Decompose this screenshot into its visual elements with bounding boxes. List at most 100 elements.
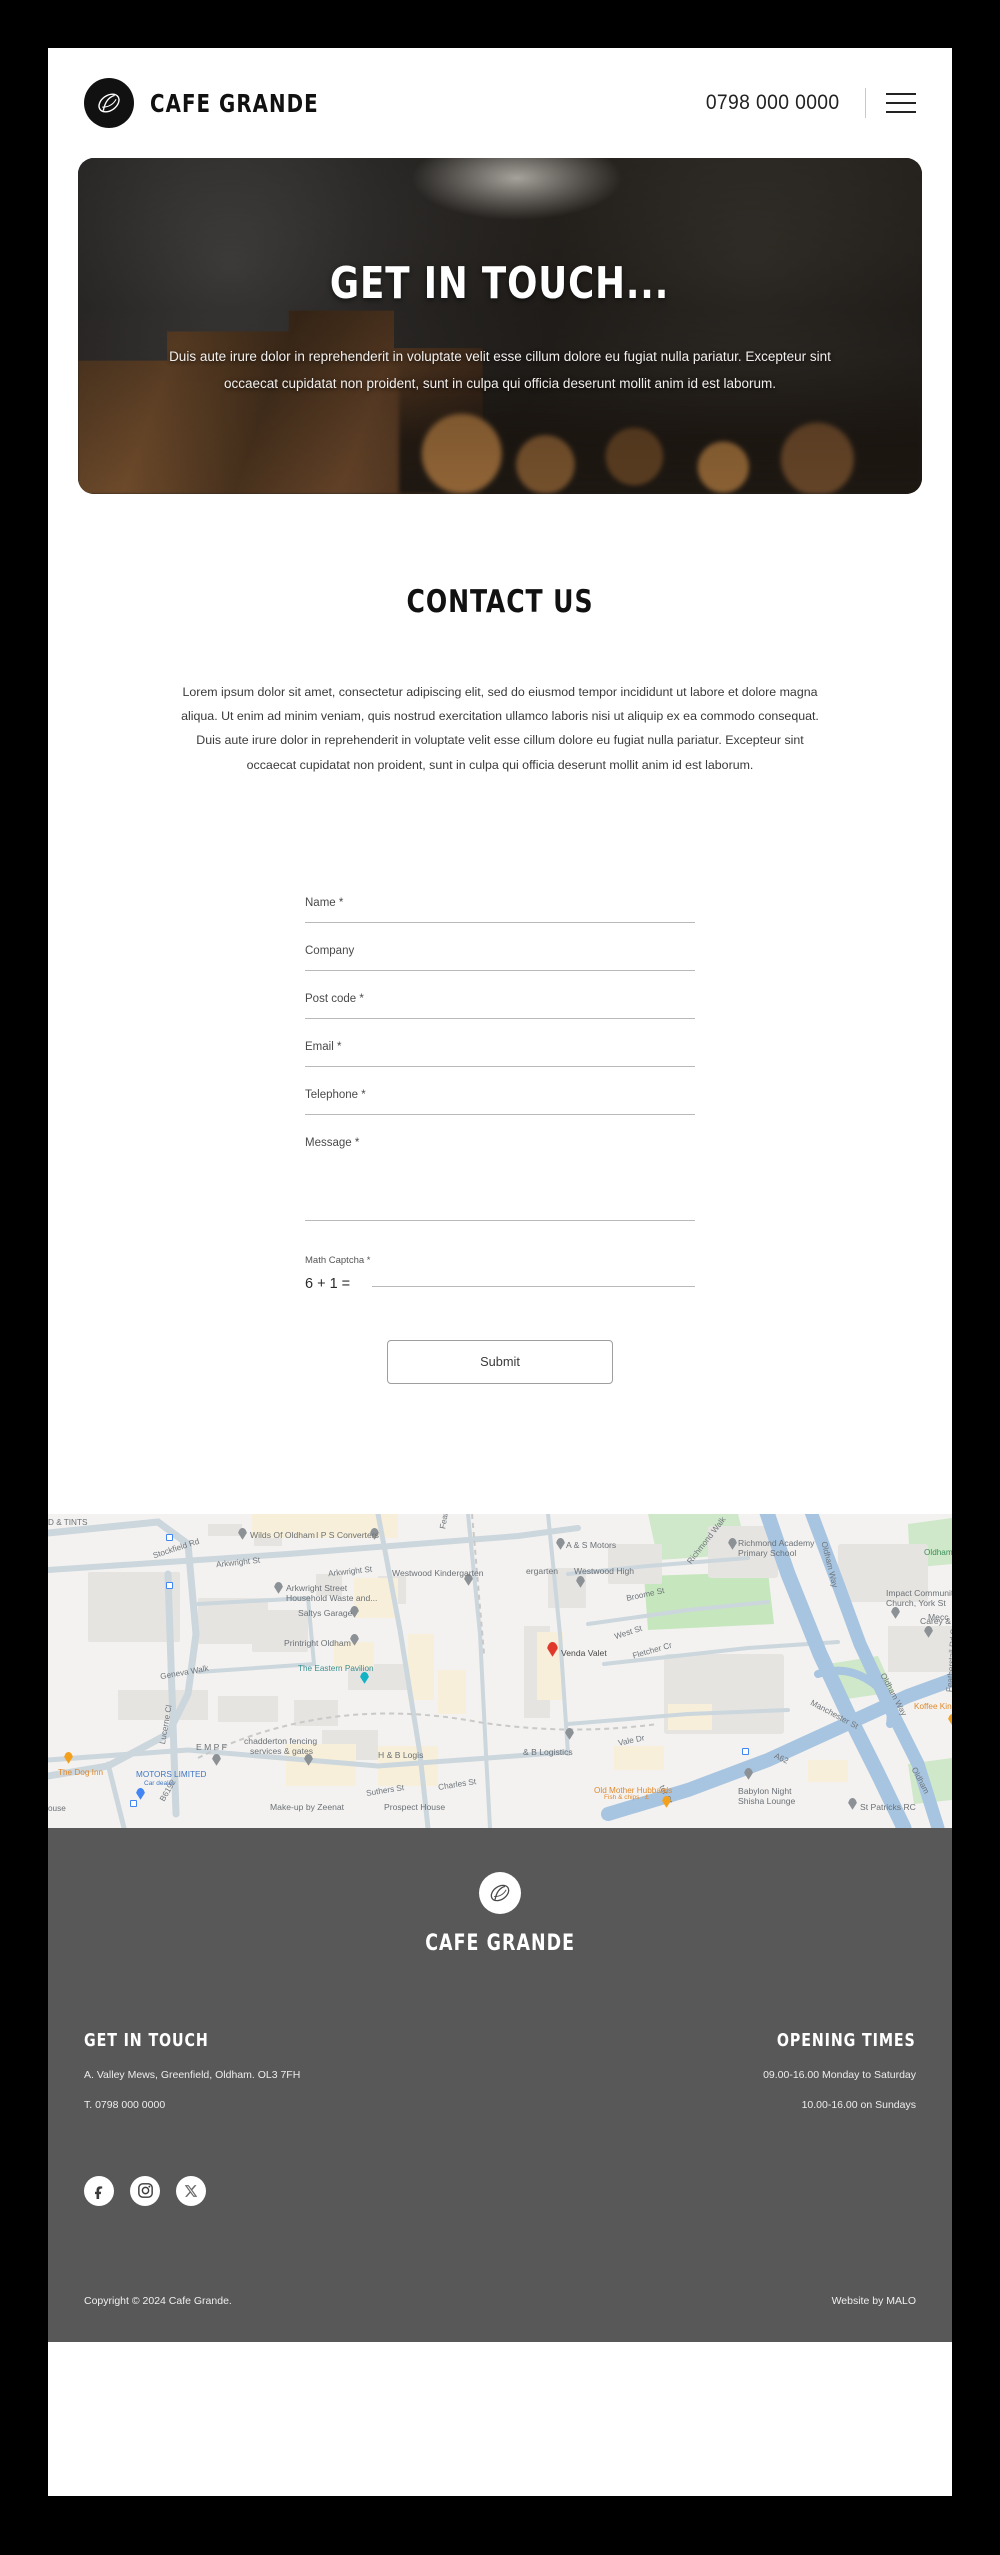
field-underline <box>305 1113 695 1115</box>
map-transit-icon <box>742 1747 749 1755</box>
footer-address: A. Valley Mews, Greenfield, Oldham. OL3 … <box>84 2068 301 2081</box>
field-underline <box>305 1219 695 1221</box>
field-underline <box>305 1065 695 1067</box>
facebook-icon <box>95 2186 103 2199</box>
map-place-label: Car dealer <box>144 1779 175 1787</box>
website-credit[interactable]: Website by MALO <box>832 2295 916 2307</box>
map-place-label: services & gates <box>250 1745 314 1756</box>
field-label-email: Email * <box>305 1040 342 1053</box>
submit-button[interactable]: Submit <box>387 1339 613 1384</box>
map-place-label: ergarten <box>526 1565 559 1576</box>
device-frame: CAFE GRANDE 0798 000 0000 GET IN TOUCH..… <box>0 0 1000 2555</box>
map-place-label: Westwood High <box>574 1565 635 1576</box>
copyright-text: Copyright © 2024 Cafe Grande. <box>84 2294 232 2307</box>
footer-columns: GET IN TOUCH A. Valley Mews, Greenfield,… <box>84 2030 916 2112</box>
map-place-label: A & S Motors <box>566 1539 617 1550</box>
map-place-label: Household Waste and... <box>286 1592 378 1603</box>
instagram-icon <box>137 2183 153 2199</box>
map-place-label: Make-up by Zeenat <box>270 1801 345 1812</box>
field-underline <box>305 1017 695 1019</box>
math-captcha: Math Captcha * 6 + 1 = <box>305 1255 695 1292</box>
field-company[interactable]: Company <box>305 945 695 971</box>
footer-social-links <box>84 2175 916 2206</box>
map-place-label: MOTORS LIMITED <box>136 1769 207 1779</box>
footer-column-opening-times: OPENING TIMES 09.00-16.00 Monday to Satu… <box>758 2030 916 2112</box>
map-place-label: E M P F <box>196 1741 227 1752</box>
footer-opening-sunday: 10.00-16.00 on Sundays <box>801 2099 916 2112</box>
map-place-label: Koffee Kingdom <box>914 1701 952 1711</box>
map-place-label: Wilds Of Oldham <box>250 1529 315 1540</box>
header-right: 0798 000 0000 <box>700 88 916 118</box>
map-place-label: I P S Converters <box>316 1529 379 1540</box>
field-name[interactable]: Name * <box>305 897 695 923</box>
footer-brand-name: CAFE GRANDE <box>425 1930 575 1956</box>
map-place-label: Shisha Lounge <box>738 1795 796 1806</box>
hero-subtitle: Duis aute irure dolor in reprehenderit i… <box>169 349 831 391</box>
map-place-label: Saltys Garage <box>298 1607 353 1618</box>
map-place-label: The Eastern Pavilion <box>298 1663 374 1673</box>
site-footer: CAFE GRANDE GET IN TOUCH A. Valley Mews,… <box>48 1827 952 2342</box>
field-label-telephone: Telephone * <box>305 1088 366 1101</box>
field-email[interactable]: Email * <box>305 1041 695 1067</box>
instagram-link[interactable] <box>130 2175 160 2206</box>
field-underline <box>305 921 695 923</box>
footer-coffee-bean-icon <box>479 1871 521 1914</box>
hero-title: GET IN TOUCH... <box>330 258 670 309</box>
contact-section: CONTACT US Lorem ipsum dolor sit amet, c… <box>48 494 952 1514</box>
field-underline <box>305 969 695 971</box>
footer-column-get-in-touch: GET IN TOUCH A. Valley Mews, Greenfield,… <box>84 2030 300 2112</box>
map-place-label: H & B Logis <box>378 1749 424 1760</box>
map-transit-icon <box>166 1581 173 1589</box>
map-place-label: Church, York St <box>886 1597 946 1608</box>
map-place-label: St Patricks RC <box>860 1801 916 1812</box>
map-place-label: Fish & chips · £ <box>604 1793 649 1801</box>
map-place-label: Westwood Kindergarten <box>392 1567 484 1578</box>
brand-name: CAFE GRANDE <box>150 88 319 118</box>
captcha-input[interactable] <box>372 1285 695 1287</box>
map-place-label: & B Logistics <box>523 1746 573 1757</box>
map-place-label: Primary School <box>738 1547 797 1558</box>
header-phone[interactable]: 0798 000 0000 <box>705 91 839 115</box>
field-telephone[interactable]: Telephone * <box>305 1089 695 1115</box>
page-root: CAFE GRANDE 0798 000 0000 GET IN TOUCH..… <box>48 48 952 2496</box>
field-label-message: Message * <box>305 1136 360 1149</box>
map-place-label: The Dog Inn <box>58 1767 104 1777</box>
map-place-label: ouse <box>48 1803 66 1813</box>
coffee-bean-icon <box>84 78 134 128</box>
field-post-code[interactable]: Post code * <box>305 993 695 1019</box>
captcha-label: Math Captcha * <box>305 1254 371 1266</box>
field-label-company: Company <box>305 944 355 957</box>
hero-banner: GET IN TOUCH... Duis aute irure dolor in… <box>78 158 922 494</box>
map-transit-icon <box>166 1533 173 1541</box>
location-map[interactable]: Stockfield Rd Arkwright St Arkwright St … <box>48 1513 952 1828</box>
field-label-post-code: Post code * <box>305 992 364 1005</box>
map-place-label: chadderton fencing <box>244 1735 318 1746</box>
map-place-label: Babylon Night <box>738 1785 792 1796</box>
map-place-label: Prospect House <box>384 1801 446 1812</box>
footer-telephone[interactable]: T. 0798 000 0000 <box>84 2099 300 2112</box>
map-place-label: Oldham Leis <box>924 1547 952 1557</box>
field-message[interactable]: Message * <box>305 1137 695 1221</box>
captcha-question: 6 + 1 = <box>305 1275 351 1292</box>
facebook-link[interactable] <box>84 2175 114 2206</box>
brand-logo-link[interactable]: CAFE GRANDE <box>84 78 342 128</box>
x-twitter-icon <box>184 2185 198 2197</box>
map-place-label: D & TINTS <box>48 1517 88 1527</box>
contact-form: Name * Company Post code * Email * Telep… <box>305 897 695 1384</box>
site-header: CAFE GRANDE 0798 000 0000 <box>48 48 952 158</box>
map-place-label: Mecc <box>928 1611 949 1622</box>
map-marker-label: Venda Valet <box>561 1647 607 1658</box>
x-twitter-link[interactable] <box>176 2175 206 2206</box>
hero-section: GET IN TOUCH... Duis aute irure dolor in… <box>48 158 952 494</box>
map-place-label: Printright Oldham <box>284 1637 351 1648</box>
contact-intro-text: Lorem ipsum dolor sit amet, consectetur … <box>181 685 819 772</box>
hamburger-menu-icon[interactable] <box>886 93 916 113</box>
map-place-label: Richmond Academy <box>738 1537 815 1548</box>
footer-copyright-bar: Copyright © 2024 Cafe Grande. Website by… <box>84 2260 916 2342</box>
footer-heading-opening-times: OPENING TIMES <box>777 2029 916 2051</box>
map-place-label: Arkwright Street <box>286 1582 348 1593</box>
field-label-name: Name * <box>305 896 344 909</box>
footer-opening-weekday: 09.00-16.00 Monday to Saturday <box>763 2068 916 2081</box>
footer-heading-get-in-touch: GET IN TOUCH <box>84 2029 209 2051</box>
map-place-label: Impact Community <box>886 1587 952 1598</box>
